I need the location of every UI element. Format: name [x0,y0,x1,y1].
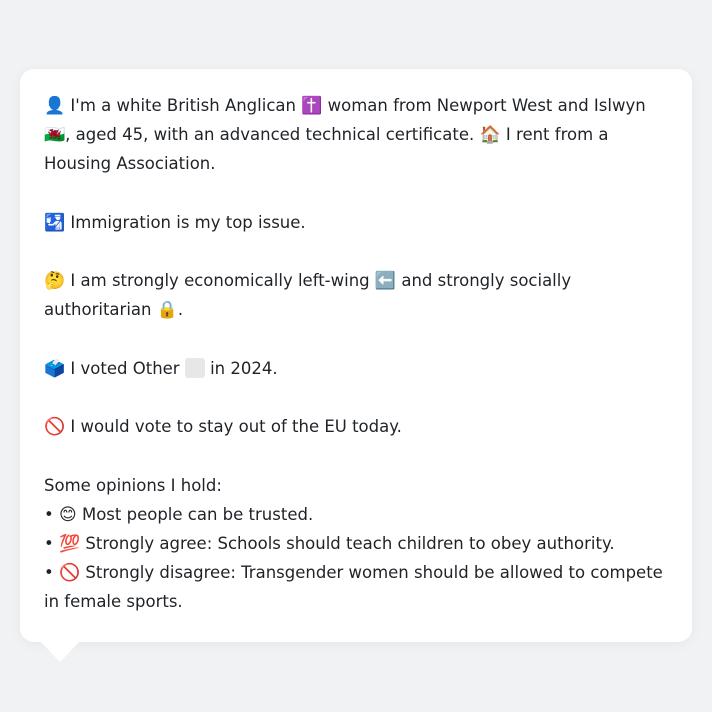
speech-bubble-tail [40,641,80,662]
vote-text-b: in 2024. [210,358,278,378]
ideology-paragraph: 🤔 I am strongly economically left-wing ⬅… [44,266,672,324]
opinion-text: Most people can be trusted. [81,504,314,524]
intro-paragraph: 👤 I'm a white British Anglican ✝️ woman … [44,91,672,179]
left-arrow-icon: ⬅️ [374,271,397,292]
ideology-text-c: . [177,300,184,320]
prohibited-icon: 🚫 [44,417,66,438]
opinions-heading: Some opinions I hold: [44,475,222,495]
party-color-swatch [184,357,205,378]
house-icon: 🏠 [479,125,501,146]
vote-text-a: I voted Other [70,358,180,378]
vote-paragraph: 🗳️ I voted Other in 2024. [44,354,672,383]
wales-flag-icon: 🏴󠁧󠁢󠁷󠁬󠁳󠁿 [44,125,66,146]
opinions-section: Some opinions I hold: • 😊 Most people ca… [44,471,672,617]
hundred-points-icon: 💯 [58,533,81,554]
prohibited-icon: 🚫 [58,563,81,584]
smiling-face-icon: 😊 [58,504,77,525]
ideology-text-a: I am strongly economically left-wing [70,271,370,291]
issue-paragraph: 🛂 Immigration is my top issue. [44,208,672,237]
bullet: • [44,504,54,524]
opinion-text: Strongly disagree: Transgender women sho… [44,563,663,612]
opinion-item: • 🚫 Strongly disagree: Transgender women… [44,558,672,616]
issue-text: Immigration is my top issue. [70,212,306,232]
lock-icon: 🔒 [156,300,178,321]
passport-control-icon: 🛂 [44,212,66,233]
opinion-item: • 😊 Most people can be trusted. [44,500,672,529]
intro-text-a: I'm a white British Anglican [70,96,296,115]
opinion-text: Strongly agree: Schools should teach chi… [85,533,615,553]
opinion-item: • 💯 Strongly agree: Schools should teach… [44,529,672,558]
latin-cross-icon: ✝️ [301,96,323,116]
intro-text-c: , aged 45, with an advanced technical ce… [65,125,475,145]
eu-text: I would vote to stay out of the EU today… [70,417,402,437]
thinking-face-icon: 🤔 [44,271,66,292]
profile-card: 👤 I'm a white British Anglican ✝️ woman … [20,69,692,642]
intro-text-b: woman from Newport West and Islwyn [327,96,646,115]
bullet: • [44,563,54,583]
bullet: • [44,533,54,553]
bust-in-silhouette-icon: 👤 [44,96,66,116]
eu-paragraph: 🚫 I would vote to stay out of the EU tod… [44,412,672,441]
ballot-box-icon: 🗳️ [44,358,66,379]
